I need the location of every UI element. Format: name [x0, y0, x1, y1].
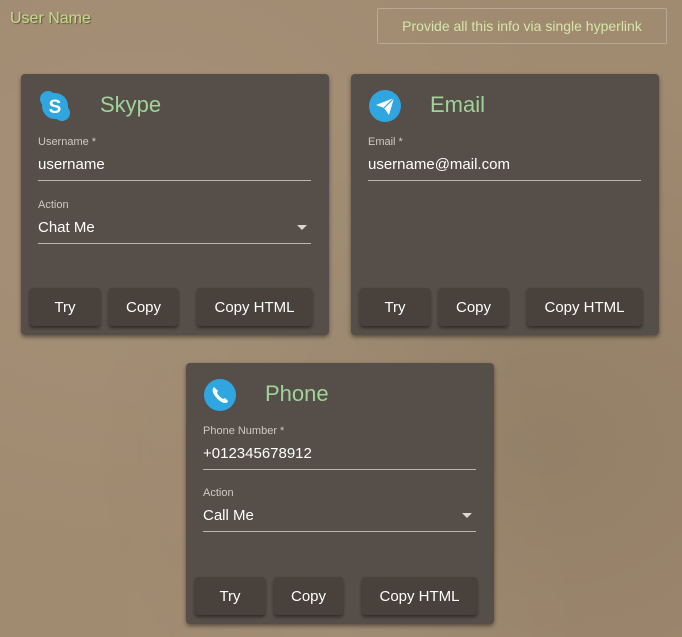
user-name: User Name: [10, 10, 91, 27]
phone-action-select[interactable]: Call Me: [203, 507, 476, 532]
email-icon: [368, 89, 402, 123]
email-card: Email Email * username@mail.com Try Copy…: [351, 74, 659, 335]
skype-copy-html-button[interactable]: Copy HTML: [197, 288, 312, 326]
phone-card: Phone Phone Number * +012345678912 Actio…: [186, 363, 494, 624]
phone-icon: [203, 378, 237, 412]
email-copy-html-button[interactable]: Copy HTML: [527, 288, 642, 326]
username-input[interactable]: username: [38, 156, 311, 181]
skype-copy-button[interactable]: Copy: [109, 288, 178, 326]
phone-number-input[interactable]: +012345678912: [203, 445, 476, 470]
phone-number-label: Phone Number *: [203, 425, 285, 437]
email-copy-button[interactable]: Copy: [439, 288, 508, 326]
email-try-button[interactable]: Try: [360, 288, 430, 326]
skype-try-button[interactable]: Try: [30, 288, 100, 326]
skype-title: Skype: [100, 92, 162, 117]
skype-card: S Skype Username * username Action Chat …: [21, 74, 329, 335]
phone-try-button[interactable]: Try: [195, 577, 265, 615]
skype-icon: S: [38, 89, 72, 123]
single-hyperlink-button[interactable]: Provide all this info via single hyperli…: [377, 8, 667, 44]
skype-action-select[interactable]: Chat Me: [38, 219, 311, 244]
email-title: Email: [430, 92, 486, 117]
chevron-down-icon: [462, 513, 472, 518]
chevron-down-icon: [297, 225, 307, 230]
email-input[interactable]: username@mail.com: [368, 156, 641, 181]
skype-action-value: Chat Me: [38, 219, 95, 236]
phone-action-value: Call Me: [203, 507, 254, 524]
phone-title: Phone: [265, 381, 329, 406]
username-label: Username *: [38, 136, 97, 148]
phone-copy-button[interactable]: Copy: [274, 577, 343, 615]
email-label: Email *: [368, 136, 403, 148]
phone-copy-html-button[interactable]: Copy HTML: [362, 577, 477, 615]
phone-action-label: Action: [203, 487, 234, 499]
skype-action-label: Action: [38, 199, 69, 211]
svg-text:S: S: [49, 97, 62, 118]
